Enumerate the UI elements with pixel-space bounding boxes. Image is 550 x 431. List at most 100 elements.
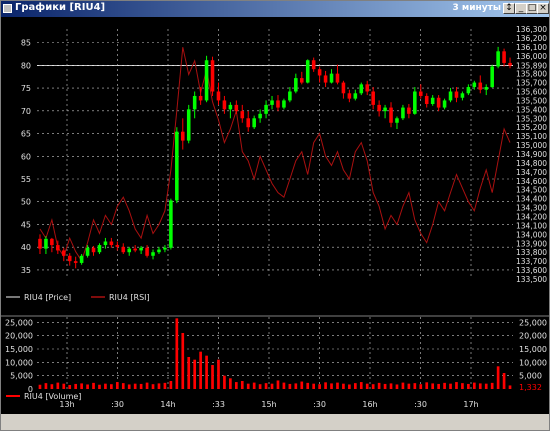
volume-tick-label: 10,000	[5, 358, 33, 367]
candle-body	[97, 245, 102, 253]
price-legend: RIU4 [Price] RIU4 [RSI]	[6, 293, 150, 302]
candle-body	[121, 246, 126, 253]
volume-bar	[110, 384, 113, 389]
candle-body	[436, 97, 441, 108]
volume-bar	[288, 383, 292, 389]
price-tick-label: 134,100	[516, 221, 547, 230]
pin-icon[interactable]: ↕	[503, 3, 515, 14]
candle-body	[67, 255, 72, 262]
rsi-tick-label: 70	[21, 107, 31, 116]
candle-body	[175, 131, 179, 201]
chart-window: Графики [RIU4] 3 минуты ↕ _ □ × 85 80 75 70…	[0, 0, 550, 431]
volume-bar	[121, 383, 125, 389]
chart-canvas[interactable]: 8580757065605550454035 136,300136,200136…	[1, 17, 549, 414]
price-tick-label: 135,300	[516, 114, 547, 123]
candle-body	[180, 131, 185, 141]
volume-bar	[276, 380, 280, 389]
candle-body	[216, 91, 221, 101]
candle-body	[311, 60, 316, 70]
volume-bar	[342, 383, 345, 389]
volume-bar	[44, 383, 48, 389]
volume-bar	[407, 383, 411, 389]
volume-bar	[50, 384, 54, 389]
volume-bar	[282, 382, 286, 389]
volume-bar	[187, 357, 191, 389]
candle-body	[44, 238, 48, 249]
price-tick-label: 133,700	[516, 257, 547, 266]
price-tick-label: 136,300	[516, 25, 547, 34]
time-label: :33	[212, 400, 225, 409]
volume-bar	[38, 384, 42, 389]
candle-body	[353, 93, 358, 99]
price-tick-label: 134,400	[516, 195, 547, 204]
volume-bar	[300, 381, 304, 389]
volume-bar	[133, 383, 137, 389]
candle-body	[139, 247, 143, 251]
volume-bar	[163, 382, 167, 389]
volume-bar	[306, 382, 310, 389]
candle-body	[234, 104, 239, 112]
volume-bar	[437, 383, 440, 389]
volume-bar	[169, 381, 173, 389]
price-tick-label: 136,100	[516, 43, 547, 52]
rsi-tick-label: 35	[21, 266, 31, 275]
rsi-tick-label: 50	[21, 198, 31, 207]
volume-bar	[98, 384, 101, 389]
volume-tick-label: 15,000	[519, 345, 547, 354]
candle-body	[478, 82, 483, 90]
window-title: Графики [RIU4]	[15, 2, 106, 13]
volume-axis-right: 25,000 20,000 15,000 10,000 5,000 1,332	[519, 318, 547, 392]
price-tick-label: 136,200	[516, 34, 547, 43]
candle-body	[222, 100, 227, 110]
candle-body	[288, 91, 292, 101]
volume-bar	[371, 384, 375, 389]
volume-bar	[413, 383, 417, 389]
candle-body	[258, 113, 262, 119]
candle-body	[508, 62, 512, 66]
candle-body	[502, 51, 506, 63]
volume-tick-label: 20,000	[5, 332, 33, 341]
time-label: 14h	[160, 400, 175, 409]
volume-tick-label: 25,000	[5, 318, 33, 327]
price-tick-label: 133,800	[516, 248, 547, 257]
candle-body	[246, 118, 251, 128]
price-tick-label: 135,500	[516, 96, 547, 105]
candle-body	[490, 66, 494, 88]
volume-bar	[455, 382, 458, 389]
candle-body	[79, 255, 84, 263]
candle-body	[413, 91, 417, 114]
close-icon[interactable]: ×	[537, 3, 549, 14]
volume-bar	[62, 383, 66, 389]
candle-body	[335, 73, 340, 83]
volume-bar	[205, 355, 208, 389]
volume-bar	[217, 359, 220, 389]
candle-body	[460, 93, 465, 98]
volume-bar	[353, 383, 357, 389]
volume-bar	[240, 381, 244, 389]
candle-body	[359, 84, 364, 94]
candle-body	[430, 97, 435, 104]
volume-bar	[199, 351, 202, 389]
volume-tick-label: 5,000	[10, 372, 33, 381]
period-label[interactable]: 3 минуты	[453, 3, 502, 13]
candle-body	[401, 107, 405, 119]
rsi-tick-label: 80	[21, 61, 31, 70]
volume-bar	[401, 382, 405, 389]
candle-body	[276, 100, 280, 108]
volume-grid	[37, 317, 513, 389]
title-bar[interactable]: Графики [RIU4] 3 минуты ↕ _ □ ×	[1, 1, 549, 17]
volume-bar	[502, 373, 506, 389]
chart-area[interactable]: 85 80 75 70 65 60 55 50 45 40 35 136,300 136,200 136…	[1, 17, 549, 430]
candle-body	[305, 60, 310, 83]
candle-body	[407, 107, 411, 114]
candle-body	[371, 91, 375, 105]
candle-body	[317, 69, 322, 76]
candle-body	[252, 118, 256, 128]
rsi-tick-label: 60	[21, 152, 31, 161]
volume-bar	[175, 318, 179, 389]
legend-label: RIU4 [Price]	[24, 293, 71, 302]
candle-body	[169, 200, 173, 248]
candle-body	[282, 100, 286, 108]
volume-bar	[56, 382, 60, 389]
volume-bar	[181, 333, 185, 389]
